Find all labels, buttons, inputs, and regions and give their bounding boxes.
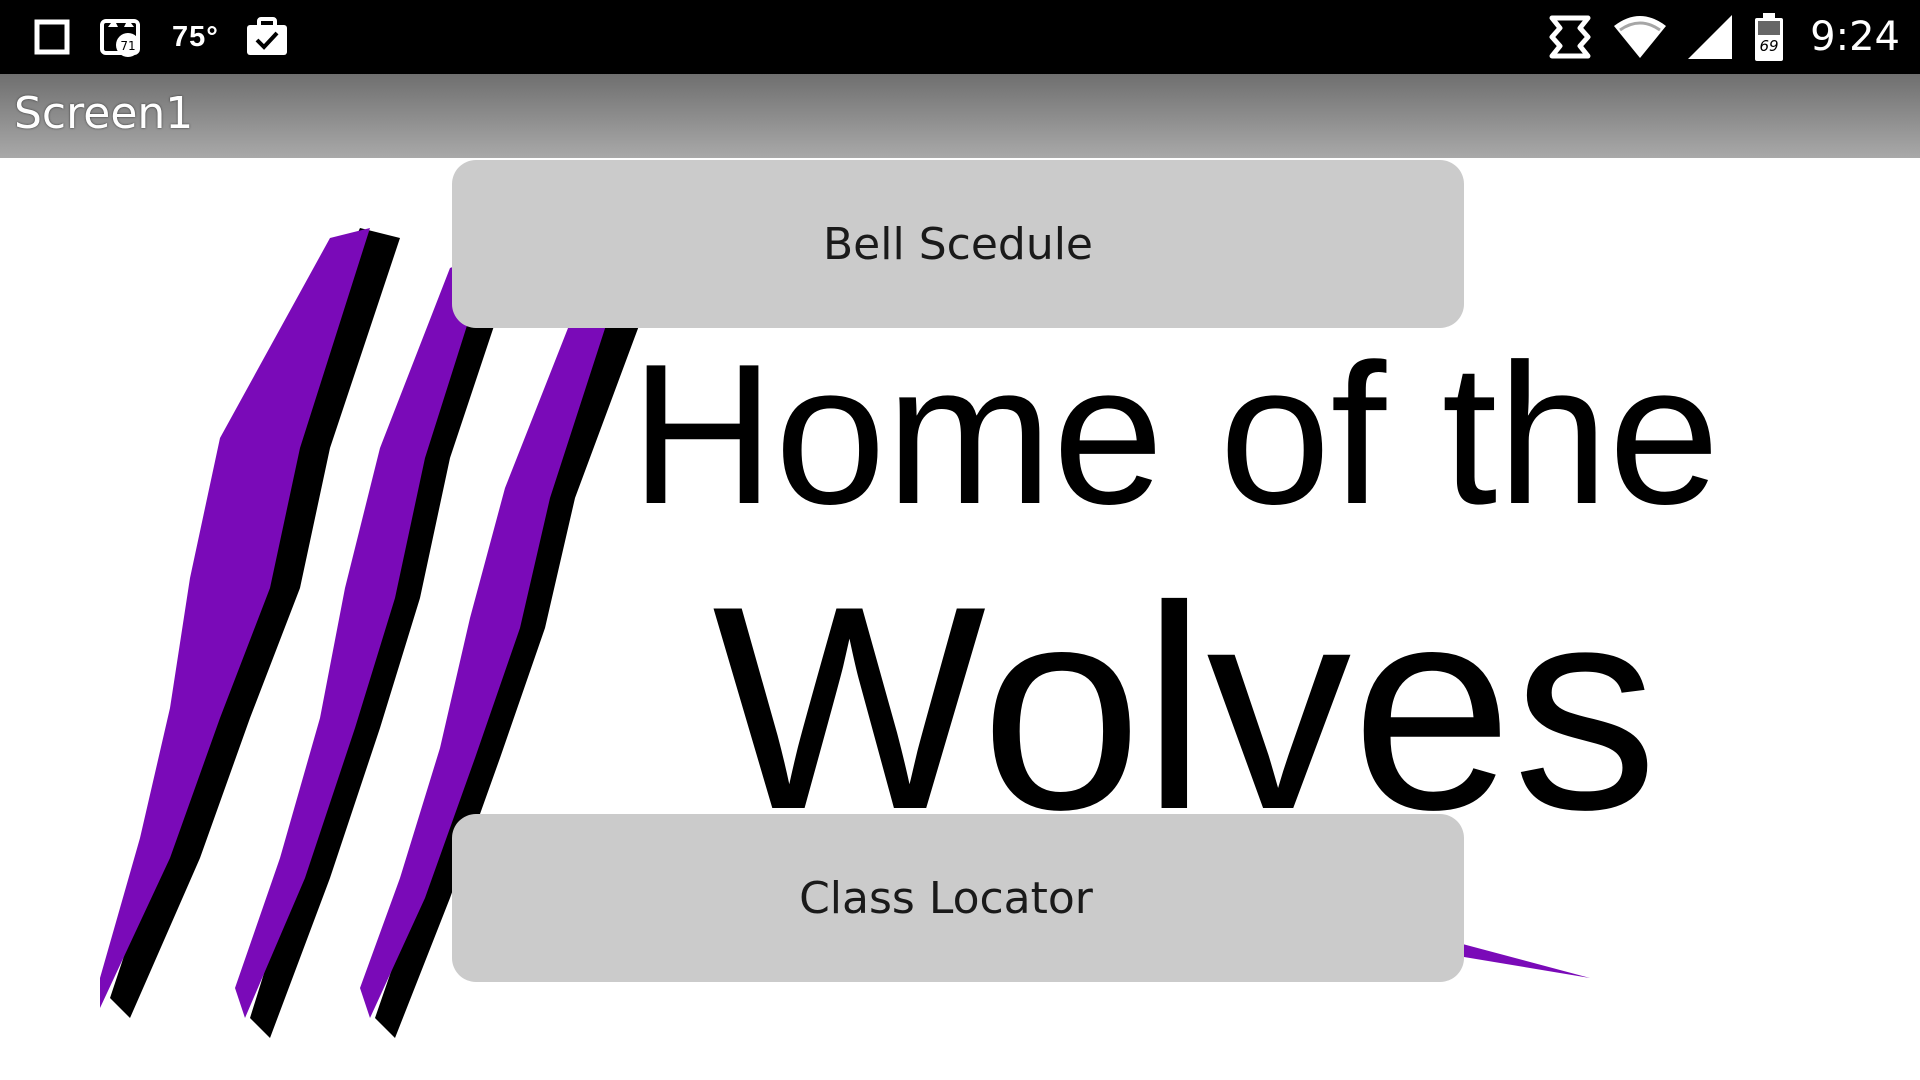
cat-badge-text: 71 (120, 39, 135, 53)
status-bar: 71 75° 69 9:24 (0, 0, 1920, 74)
briefcase-check-icon (245, 15, 289, 59)
class-locator-label: Class Locator (799, 872, 1093, 924)
main-content: Home of the Wolves Bell Scedule Class Lo… (0, 158, 1920, 1080)
status-right-group: 69 9:24 (1546, 0, 1900, 74)
battery-level-text: 69 (1760, 37, 1779, 55)
cell-signal-icon (1686, 13, 1734, 61)
wifi-icon (1612, 14, 1668, 60)
class-locator-button[interactable]: Class Locator (452, 814, 1464, 982)
battery-icon: 69 (1752, 11, 1786, 63)
bell-schedule-button[interactable]: Bell Scedule (452, 160, 1464, 328)
title-bar: Screen1 (0, 74, 1920, 158)
bell-schedule-label: Bell Scedule (823, 218, 1093, 270)
screen-title: Screen1 (14, 88, 194, 139)
status-clock: 9:24 (1810, 14, 1900, 60)
square-icon (32, 17, 72, 57)
logo-line-1: Home of the (630, 323, 1719, 546)
temperature-text: 75° (172, 20, 219, 53)
cat-notification-icon: 71 (98, 15, 146, 59)
status-left-group: 71 75° (32, 0, 289, 74)
sync-icon (1546, 12, 1594, 62)
